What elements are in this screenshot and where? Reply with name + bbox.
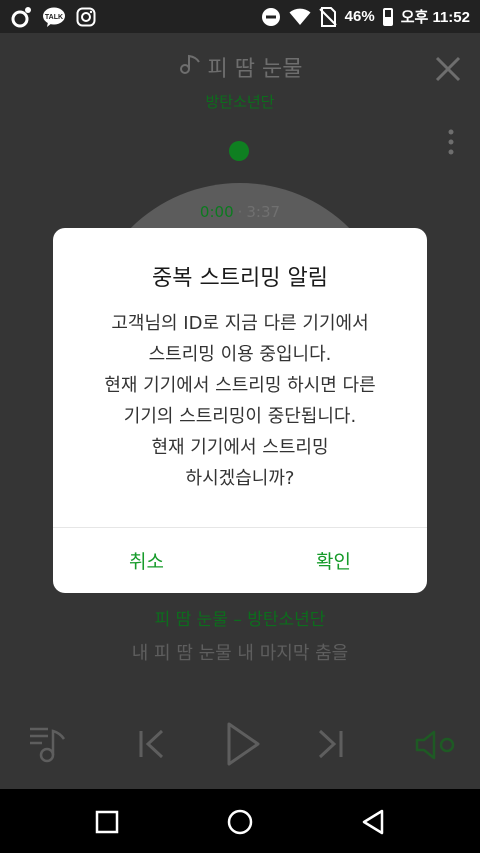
song-title-row[interactable]: 피 땀 눈물 [0, 51, 480, 83]
navigation-bar [0, 789, 480, 853]
recents-icon[interactable] [92, 807, 122, 837]
kakao-label: TALK [45, 14, 63, 21]
back-icon[interactable] [358, 807, 388, 837]
dialog-line: 스트리밍 이용 중입니다. [148, 344, 332, 365]
circle-app-icon [10, 6, 32, 28]
battery-icon [382, 7, 393, 26]
previous-icon[interactable] [138, 729, 168, 763]
confirm-button[interactable]: 확인 [240, 528, 427, 593]
dialog-line: 현재 기기에서 스트리밍 하시면 다른 [104, 375, 376, 396]
dialog-message: 고객님의 ID로 지금 다른 기기에서 스트리밍 이용 중입니다. 현재 기기에… [53, 308, 427, 494]
dialog-line: 기기의 스트리밍이 중단됩니다. [123, 406, 357, 427]
speaker-icon[interactable] [414, 729, 456, 765]
playlist-icon[interactable] [28, 725, 68, 767]
status-bar: TALK 46% 오후 11:52 [0, 0, 480, 33]
next-icon[interactable] [314, 729, 344, 763]
dialog-line: 현재 기기에서 스트리밍 [151, 437, 329, 458]
progress-handle[interactable] [229, 141, 249, 161]
playback-controls [0, 713, 480, 773]
battery-percent: 46% [344, 8, 375, 25]
dialog-line: 하시겠습니까? [185, 468, 295, 489]
cancel-button[interactable]: 취소 [53, 528, 240, 593]
kakaotalk-icon: TALK [42, 7, 66, 27]
home-icon[interactable] [225, 807, 255, 837]
music-note-icon [178, 53, 202, 81]
duplicate-streaming-dialog: 중복 스트리밍 알림 고객님의 ID로 지금 다른 기기에서 스트리밍 이용 중… [53, 228, 427, 593]
current-time: 0:00 [199, 203, 234, 221]
no-sim-icon [318, 6, 337, 27]
close-icon[interactable] [434, 55, 462, 83]
dialog-title: 중복 스트리밍 알림 [152, 266, 328, 291]
time-readout: 0:00 · 3:37 [0, 203, 480, 221]
song-title: 피 땀 눈물 [207, 57, 303, 82]
instagram-icon [76, 7, 96, 27]
clock: 오후 11:52 [400, 9, 470, 26]
more-options-icon[interactable] [448, 129, 454, 155]
wifi-icon [289, 8, 311, 26]
artist-name[interactable]: 방탄소년단 [0, 91, 480, 112]
lyric-song-title[interactable]: 피 땀 눈물 – 방탄소년단 [0, 605, 480, 630]
duration: 3:37 [246, 203, 281, 221]
lyric-line[interactable]: 내 피 땀 눈물 내 마지막 춤을 [0, 639, 480, 665]
dialog-line: 고객님의 ID로 지금 다른 기기에서 [111, 313, 369, 334]
dnd-icon [261, 7, 281, 27]
play-icon[interactable] [225, 721, 261, 771]
time-separator: · [237, 203, 243, 221]
